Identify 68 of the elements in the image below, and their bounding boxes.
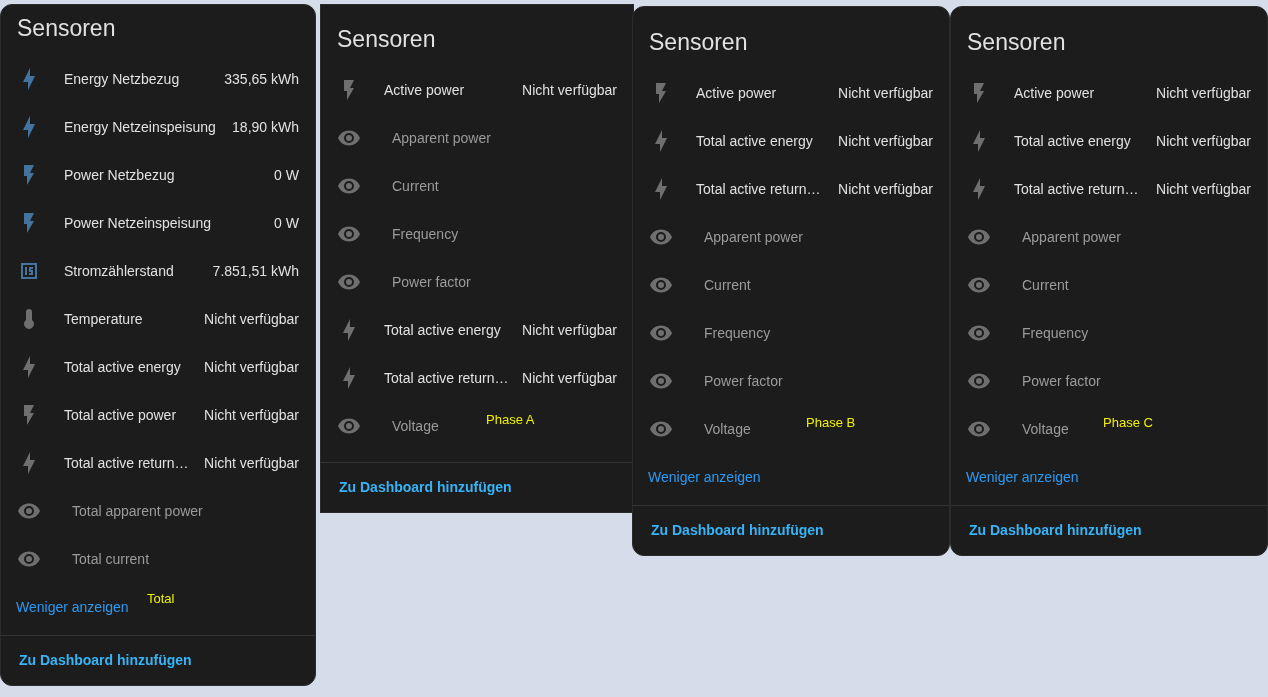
add-to-dashboard-button[interactable]: Zu Dashboard hinzufügen bbox=[9, 640, 202, 681]
show-less-link[interactable]: Weniger anzeigen bbox=[966, 466, 1079, 488]
sensor-name[interactable]: Total active power bbox=[64, 404, 177, 426]
sensor-name[interactable]: Total active return… bbox=[696, 178, 821, 200]
sensor-name[interactable]: Apparent power bbox=[1022, 226, 1121, 248]
sensor-value: 335,65 kWh bbox=[223, 69, 299, 89]
add-to-dashboard-button[interactable]: Zu Dashboard hinzufügen bbox=[641, 510, 834, 551]
sensor-name[interactable]: Total active return… bbox=[1014, 178, 1139, 200]
sensor-name[interactable]: Power factor bbox=[704, 370, 783, 392]
card-title: Sensoren bbox=[336, 25, 437, 52]
show-less-link[interactable]: Weniger anzeigen bbox=[648, 466, 761, 488]
sensor-value: Nicht verfügbar bbox=[1155, 131, 1251, 151]
sensor-name[interactable]: Power Netzeinspeisung bbox=[64, 212, 212, 234]
sensor-name[interactable]: Voltage bbox=[392, 415, 439, 437]
sensor-name[interactable]: Frequency bbox=[1022, 322, 1089, 344]
sensor-value: 0 W bbox=[273, 165, 299, 185]
sensor-value: 0 W bbox=[273, 213, 299, 233]
sensor-name[interactable]: Temperature bbox=[64, 308, 143, 330]
sensor-value: Nicht verfügbar bbox=[203, 405, 299, 425]
sensor-value: Nicht verfügbar bbox=[203, 309, 299, 329]
sensor-value: Nicht verfügbar bbox=[203, 357, 299, 377]
sensor-name[interactable]: Energy Netzeinspeisung bbox=[64, 116, 216, 138]
sensor-name[interactable]: Current bbox=[704, 274, 751, 296]
card-title: Sensoren bbox=[16, 14, 117, 41]
sensor-name[interactable]: Voltage bbox=[1022, 418, 1069, 440]
card-title: Sensoren bbox=[648, 28, 749, 55]
sensor-value: Nicht verfügbar bbox=[837, 131, 933, 151]
show-less-link[interactable]: Weniger anzeigen bbox=[16, 596, 129, 618]
sensor-name[interactable]: Apparent power bbox=[704, 226, 803, 248]
sensor-value: Nicht verfügbar bbox=[837, 83, 933, 103]
annotation-label: Phase A bbox=[486, 411, 535, 429]
sensor-name[interactable]: Frequency bbox=[704, 322, 771, 344]
sensor-name[interactable]: Total active energy bbox=[384, 319, 501, 341]
sensor-value: Nicht verfügbar bbox=[521, 320, 617, 340]
sensor-name[interactable]: Active power bbox=[1014, 82, 1095, 104]
sensor-value: Nicht verfügbar bbox=[521, 80, 617, 100]
sensor-name[interactable]: Total apparent power bbox=[72, 500, 203, 522]
sensor-name[interactable]: Apparent power bbox=[392, 127, 491, 149]
sensor-name[interactable]: Current bbox=[392, 175, 439, 197]
sensor-name[interactable]: Total current bbox=[72, 548, 150, 570]
annotation-label: Total bbox=[147, 590, 175, 608]
sensor-value: 7.851,51 kWh bbox=[211, 261, 299, 281]
sensor-name[interactable]: Voltage bbox=[704, 418, 751, 440]
sensor-name[interactable]: Power factor bbox=[392, 271, 471, 293]
sensor-name[interactable]: Power factor bbox=[1022, 370, 1101, 392]
sensor-name[interactable]: Total active return… bbox=[64, 452, 189, 474]
add-to-dashboard-button[interactable]: Zu Dashboard hinzufügen bbox=[959, 510, 1152, 551]
sensor-value: Nicht verfügbar bbox=[1155, 179, 1251, 199]
annotation-label: Phase B bbox=[806, 414, 856, 432]
sensor-name[interactable]: Total active energy bbox=[696, 130, 813, 152]
sensor-value: Nicht verfügbar bbox=[521, 368, 617, 388]
annotation-label: Phase C bbox=[1103, 414, 1153, 432]
sensor-name[interactable]: Active power bbox=[384, 79, 465, 101]
sensor-value: 18,90 kWh bbox=[231, 117, 299, 137]
sensor-value: Nicht verfügbar bbox=[1155, 83, 1251, 103]
sensor-name[interactable]: Energy Netzbezug bbox=[64, 68, 180, 90]
sensor-value: Nicht verfügbar bbox=[203, 453, 299, 473]
sensor-name[interactable]: Total active energy bbox=[64, 356, 181, 378]
sensor-name[interactable]: Power Netzbezug bbox=[64, 164, 175, 186]
sensor-value: Nicht verfügbar bbox=[837, 179, 933, 199]
sensor-name[interactable]: Total active return… bbox=[384, 367, 509, 389]
sensor-name[interactable]: Total active energy bbox=[1014, 130, 1131, 152]
sensor-name[interactable]: Active power bbox=[696, 82, 777, 104]
sensor-name[interactable]: Stromzählerstand bbox=[64, 260, 174, 282]
sensor-name[interactable]: Frequency bbox=[392, 223, 459, 245]
card-title: Sensoren bbox=[966, 28, 1067, 55]
sensor-name[interactable]: Current bbox=[1022, 274, 1069, 296]
add-to-dashboard-button[interactable]: Zu Dashboard hinzufügen bbox=[329, 467, 522, 508]
